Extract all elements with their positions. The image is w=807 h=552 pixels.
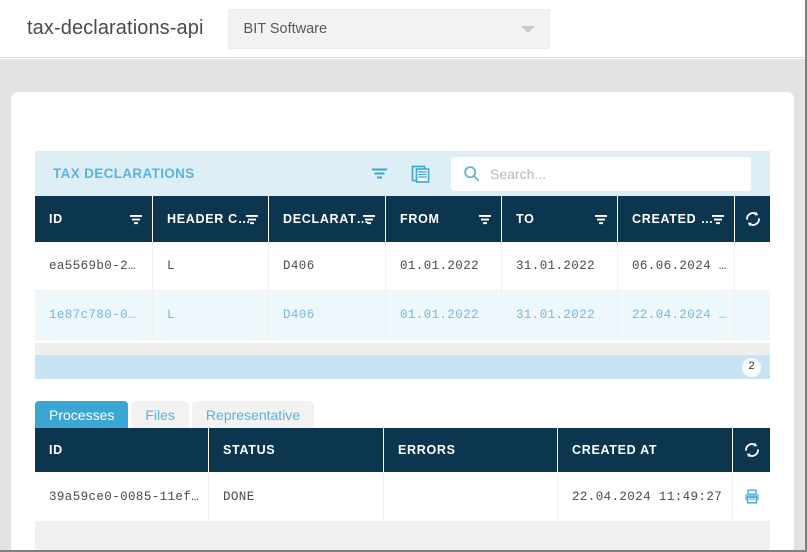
cell-status: DONE bbox=[209, 472, 384, 521]
refresh-icon bbox=[744, 442, 759, 458]
column-header-label: HEADER C… bbox=[167, 212, 252, 226]
page-body: TAX DECLARATIONS Search... ID HEADER C… … bbox=[0, 59, 805, 550]
filter-icon[interactable] bbox=[711, 213, 725, 231]
column-header-label: ERRORS bbox=[398, 443, 456, 457]
column-header-errors[interactable]: ERRORS bbox=[384, 428, 558, 472]
refresh-icon bbox=[745, 211, 760, 227]
cell-errors bbox=[384, 472, 558, 521]
column-header-created-at[interactable]: CREATED AT bbox=[558, 428, 733, 472]
grid-title: TAX DECLARATIONS bbox=[53, 166, 195, 181]
card-footer-area bbox=[35, 522, 770, 550]
cell-declaration: D406 bbox=[269, 291, 386, 339]
filter-icon[interactable] bbox=[594, 213, 608, 231]
tab-files[interactable]: Files bbox=[131, 401, 189, 428]
column-header-label: CREATED AT bbox=[572, 443, 658, 457]
tab-label: Processes bbox=[49, 406, 115, 423]
detail-tabs: Processes Files Representative bbox=[35, 401, 315, 428]
columns-chooser-icon[interactable] bbox=[409, 162, 433, 186]
tenant-select[interactable]: BIT Software bbox=[227, 8, 550, 49]
search-icon bbox=[463, 165, 480, 182]
column-header-label: CREATED … bbox=[632, 212, 714, 226]
app-header-bar: tax-declarations-api BIT Software bbox=[0, 0, 805, 58]
grid-header-row: ID STATUS ERRORS CREATED AT bbox=[35, 428, 770, 472]
filter-icon[interactable] bbox=[362, 213, 376, 231]
table-row[interactable]: ea5569b0-2… L D406 01.01.2022 31.01.2022… bbox=[35, 242, 770, 291]
column-header-id[interactable]: ID bbox=[35, 196, 153, 242]
grid-pager: 2 bbox=[35, 355, 770, 379]
tax-declarations-toolbar: TAX DECLARATIONS bbox=[35, 151, 770, 196]
cell-created-at: 06.06.2024 … bbox=[618, 242, 735, 290]
table-row[interactable]: 39a59ce0-0085-11ef… DONE 22.04.2024 11:4… bbox=[35, 472, 770, 522]
column-header-label: TO bbox=[516, 212, 535, 226]
grid-header-row: ID HEADER C… DECLARAT… FROM TO CREATED … bbox=[35, 196, 770, 242]
cell-created-at: 22.04.2024 11:49:27 bbox=[558, 472, 733, 521]
filter-icon[interactable] bbox=[129, 213, 143, 231]
column-header-label: FROM bbox=[400, 212, 440, 226]
column-header-status[interactable]: STATUS bbox=[209, 428, 384, 472]
grid-scroll-track[interactable] bbox=[35, 343, 770, 355]
cell-header-c: L bbox=[153, 291, 269, 339]
column-header-label: ID bbox=[49, 212, 63, 226]
search-box[interactable] bbox=[451, 156, 751, 191]
column-header-from[interactable]: FROM bbox=[386, 196, 502, 242]
column-header-id[interactable]: ID bbox=[35, 428, 209, 472]
filter-icon[interactable] bbox=[478, 213, 492, 231]
page-number-badge[interactable]: 2 bbox=[742, 357, 761, 377]
printer-icon[interactable] bbox=[743, 488, 761, 506]
tab-processes[interactable]: Processes bbox=[35, 401, 129, 428]
search-input[interactable] bbox=[488, 164, 718, 183]
cell-id: ea5569b0-2… bbox=[35, 242, 153, 290]
filter-icon[interactable] bbox=[367, 162, 391, 186]
column-header-header-c[interactable]: HEADER C… bbox=[153, 196, 269, 242]
cell-from: 01.01.2022 bbox=[386, 242, 502, 290]
cell-to: 31.01.2022 bbox=[502, 242, 618, 290]
filter-icon[interactable] bbox=[245, 213, 259, 231]
cell-header-c: L bbox=[153, 242, 269, 290]
cell-declaration: D406 bbox=[269, 242, 386, 290]
chevron-down-icon bbox=[520, 25, 535, 33]
tab-label: Representative bbox=[205, 406, 301, 423]
cell-actions bbox=[733, 472, 770, 521]
content-card: TAX DECLARATIONS Search... ID HEADER C… … bbox=[11, 92, 794, 550]
tax-declarations-grid: ID HEADER C… DECLARAT… FROM TO CREATED …… bbox=[35, 196, 770, 340]
page-title: tax-declarations-api bbox=[27, 17, 204, 39]
tab-representative[interactable]: Representative bbox=[191, 401, 315, 428]
cell-to: 31.01.2022 bbox=[502, 291, 618, 339]
column-header-label: DECLARAT… bbox=[283, 212, 370, 226]
column-header-to[interactable]: TO bbox=[502, 196, 618, 242]
grid-refresh-button[interactable] bbox=[733, 428, 770, 472]
column-header-label: STATUS bbox=[223, 443, 276, 457]
table-row[interactable]: 1e87c780-0… L D406 01.01.2022 31.01.2022… bbox=[35, 291, 770, 340]
grid-refresh-button[interactable] bbox=[735, 196, 770, 242]
cell-created-at: 22.04.2024 … bbox=[618, 291, 735, 339]
cell-id: 39a59ce0-0085-11ef… bbox=[35, 472, 209, 521]
column-header-declaration[interactable]: DECLARAT… bbox=[269, 196, 386, 242]
cell-from: 01.01.2022 bbox=[386, 291, 502, 339]
column-header-created-at[interactable]: CREATED … bbox=[618, 196, 735, 242]
tab-label: Files bbox=[145, 406, 175, 423]
toolbar-icons bbox=[367, 156, 759, 191]
cell-id: 1e87c780-0… bbox=[35, 291, 153, 339]
app-window: tax-declarations-api BIT Software TAX DE… bbox=[0, 0, 807, 552]
processes-grid: ID STATUS ERRORS CREATED AT 39a59ce0-008… bbox=[35, 428, 770, 522]
column-header-label: ID bbox=[49, 443, 63, 457]
cell-actions bbox=[735, 291, 770, 339]
tenant-select-value: BIT Software bbox=[243, 20, 328, 37]
cell-actions bbox=[735, 242, 770, 290]
